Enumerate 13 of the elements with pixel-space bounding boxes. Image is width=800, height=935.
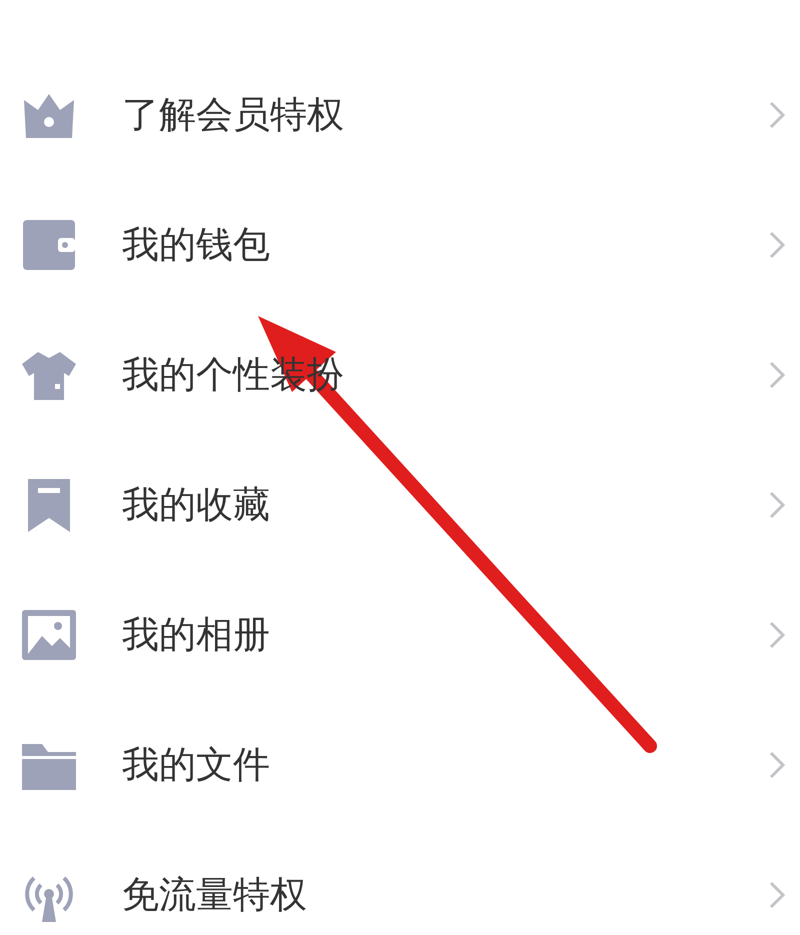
chevron-right-icon [768,360,786,390]
chevron-right-icon [768,750,786,780]
chevron-right-icon [768,490,786,520]
menu-item-label[interactable]: 我的收藏 [122,480,768,530]
menu-item-label[interactable]: 我的相册 [122,610,768,660]
chevron-right-icon [768,880,786,910]
chevron-right-icon [768,100,786,130]
menu-item-label[interactable]: 免流量特权 [122,870,768,920]
chevron-right-icon [768,620,786,650]
chevron-right-icon [768,230,786,260]
menu-item-label[interactable]: 我的钱包 [122,220,768,270]
menu-item-label[interactable]: 了解会员特权 [122,90,768,140]
menu-item-label[interactable]: 我的文件 [122,740,768,790]
